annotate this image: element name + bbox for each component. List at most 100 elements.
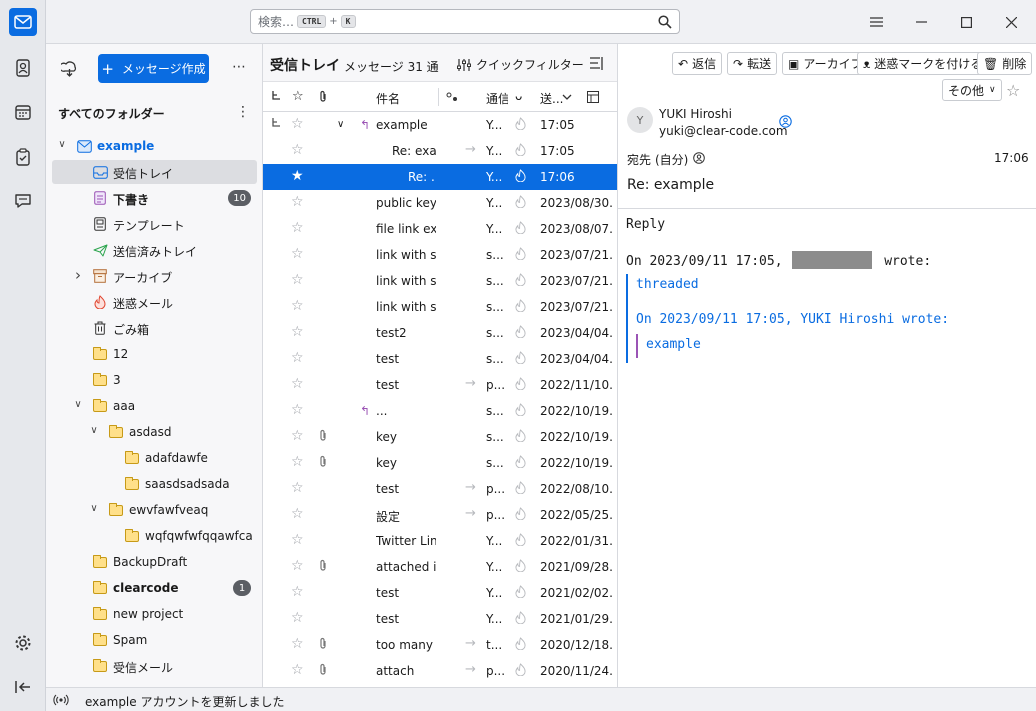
message-row[interactable]: ☆ 設定 → p... 2022/05/25... xyxy=(263,502,617,528)
folder-item[interactable]: 送信済みトレイ xyxy=(52,238,257,262)
message-row[interactable]: ☆ test Y... 2021/01/29... xyxy=(263,606,617,632)
folder-item[interactable]: 3 xyxy=(52,368,257,392)
message-row[interactable]: ☆ test s... 2023/04/04... xyxy=(263,346,617,372)
junk-status-icon[interactable] xyxy=(515,143,526,159)
junk-status-icon[interactable] xyxy=(515,507,526,523)
junk-status-icon[interactable] xyxy=(515,351,526,367)
chat-button[interactable] xyxy=(9,187,37,215)
message-row[interactable]: ☆ Twitter Link Y... 2022/01/31... xyxy=(263,528,617,554)
folder-item[interactable]: ∨ example xyxy=(52,134,257,158)
chevron-right-icon[interactable]: › xyxy=(72,266,84,284)
junk-status-icon[interactable] xyxy=(515,377,526,393)
star-icon[interactable]: ☆ xyxy=(291,610,304,626)
forward-button[interactable]: ↷ 転送 xyxy=(727,52,778,75)
contact-icon[interactable] xyxy=(779,115,792,128)
folder-item[interactable]: ごみ箱 xyxy=(52,316,257,340)
folder-item[interactable]: adafdawfe xyxy=(52,446,257,470)
message-row[interactable]: ☆ public key Y... 2023/08/30... xyxy=(263,190,617,216)
attachment-column-icon[interactable] xyxy=(319,90,327,103)
star-icon[interactable]: ☆ xyxy=(291,350,304,366)
folder-item[interactable]: wqfqwfwfqqawfca xyxy=(52,524,257,548)
chevron-down-icon[interactable]: ∨ xyxy=(56,139,68,150)
to-value[interactable]: (自分) xyxy=(655,151,688,168)
archive-button[interactable]: ▣ アーカイブ xyxy=(782,52,869,75)
junk-status-icon[interactable] xyxy=(515,169,526,185)
junk-status-icon[interactable] xyxy=(515,559,526,575)
sort-chevron-icon[interactable] xyxy=(562,94,572,100)
folder-item[interactable]: ∨ asdasd xyxy=(52,420,257,444)
compose-button[interactable]: + メッセージ作成 xyxy=(98,54,209,83)
junk-status-icon[interactable] xyxy=(515,247,526,263)
star-icon[interactable]: ☆ xyxy=(291,402,304,418)
star-icon[interactable]: ☆ xyxy=(291,194,304,210)
star-icon[interactable]: ☆ xyxy=(291,584,304,600)
folder-item[interactable]: ∨ ewvfawfveaq xyxy=(52,498,257,522)
close-window-button[interactable] xyxy=(999,10,1023,34)
correspondent-column-header[interactable]: 通信 xyxy=(486,90,508,107)
subject-column-header[interactable]: 件名 xyxy=(376,90,400,107)
read-column-icon[interactable] xyxy=(446,92,458,102)
quick-filter-button[interactable]: クイックフィルター xyxy=(457,56,584,73)
settings-button[interactable] xyxy=(9,629,37,657)
folder-item[interactable]: clearcode 1 xyxy=(52,576,257,600)
star-icon[interactable]: ☆ xyxy=(291,142,304,158)
folder-item[interactable]: ∨ aaa xyxy=(52,394,257,418)
junk-status-icon[interactable] xyxy=(515,611,526,627)
folder-item[interactable]: Spam xyxy=(52,628,257,652)
folder-item[interactable]: 下書き 10 xyxy=(52,186,257,210)
folder-header-menu-button[interactable]: ⋮ xyxy=(236,104,250,120)
message-row[interactable]: ☆ too many ... → t... 2020/12/18... xyxy=(263,632,617,658)
folder-item[interactable]: 迷惑メール xyxy=(52,290,257,314)
junk-button[interactable]: ᴥ 迷惑マークを付ける xyxy=(857,52,989,75)
global-search-input[interactable]: 検索… CTRL + K xyxy=(250,9,680,34)
star-column-icon[interactable]: ☆ xyxy=(292,89,304,104)
list-options-icon[interactable] xyxy=(590,57,604,70)
star-icon[interactable]: ☆ xyxy=(291,246,304,262)
junk-status-icon[interactable] xyxy=(515,481,526,497)
message-row[interactable]: ☆ ↰... s... 2022/10/19... xyxy=(263,398,617,424)
delete-button[interactable]: 🗑 削除 xyxy=(977,52,1033,75)
folder-item[interactable]: saasdsadsada xyxy=(52,472,257,496)
chevron-down-icon[interactable]: ∨ xyxy=(72,399,84,410)
junk-status-icon[interactable] xyxy=(515,273,526,289)
star-icon[interactable]: ☆ xyxy=(291,454,304,470)
star-icon[interactable]: ☆ xyxy=(291,636,304,652)
star-icon[interactable]: ☆ xyxy=(291,116,304,132)
junk-status-icon[interactable] xyxy=(515,221,526,237)
search-icon[interactable] xyxy=(658,15,672,29)
star-icon[interactable]: ☆ xyxy=(291,324,304,340)
star-icon[interactable]: ☆ xyxy=(291,532,304,548)
star-icon[interactable]: ☆ xyxy=(291,376,304,392)
junk-status-icon[interactable] xyxy=(515,117,526,133)
junk-status-icon[interactable] xyxy=(515,637,526,653)
star-icon[interactable]: ☆ xyxy=(291,428,304,444)
message-row[interactable]: ☆ attach → p... 2020/11/24... xyxy=(263,658,617,684)
sender-name[interactable]: YUKI Hiroshi xyxy=(659,107,732,121)
message-row[interactable]: ☆ file link ex... Y... 2023/08/07... xyxy=(263,216,617,242)
chevron-down-icon[interactable]: ∨ xyxy=(88,503,100,514)
folder-pane-more-button[interactable]: ⋯ xyxy=(232,59,246,75)
junk-status-icon[interactable] xyxy=(515,299,526,315)
message-row[interactable]: ☆ test → p... 2022/08/10... xyxy=(263,476,617,502)
maximize-button[interactable] xyxy=(954,10,978,34)
message-row[interactable]: ☆ link with s... s... 2023/07/21... xyxy=(263,242,617,268)
calendar-button[interactable] xyxy=(9,98,37,126)
folder-item[interactable]: 受信トレイ xyxy=(52,160,257,184)
minimize-button[interactable] xyxy=(909,10,933,34)
message-row[interactable]: ☆ key s... 2022/10/19... xyxy=(263,424,617,450)
star-icon[interactable]: ☆ xyxy=(291,272,304,288)
star-icon[interactable]: ☆ xyxy=(291,480,304,496)
star-icon[interactable]: ☆ xyxy=(291,298,304,314)
message-row[interactable]: ☆ link with s... s... 2023/07/21... xyxy=(263,294,617,320)
message-row[interactable]: ☆ ∨ ↰ example Y... 17:05 xyxy=(263,112,617,138)
tasks-button[interactable] xyxy=(9,143,37,171)
column-picker-icon[interactable] xyxy=(587,91,599,103)
star-icon[interactable]: ☆ xyxy=(291,506,304,522)
message-row[interactable]: ☆ attached i... Y... 2021/09/28... xyxy=(263,554,617,580)
message-row[interactable]: ☆ test Y... 2021/02/02... xyxy=(263,580,617,606)
app-menu-button[interactable] xyxy=(864,10,888,34)
online-status-icon[interactable] xyxy=(53,694,69,706)
chevron-down-icon[interactable]: ∨ xyxy=(337,119,344,130)
star-icon[interactable]: ☆ xyxy=(291,662,304,678)
junk-status-icon[interactable] xyxy=(515,455,526,471)
